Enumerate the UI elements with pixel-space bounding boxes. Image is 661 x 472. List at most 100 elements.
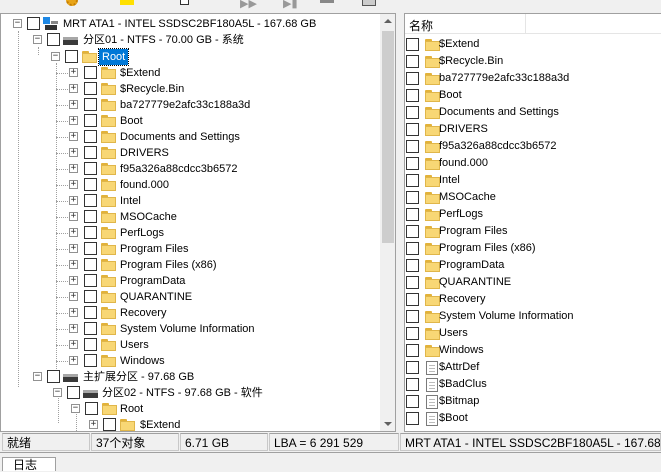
expand-icon[interactable]: + (69, 212, 78, 221)
list-item[interactable]: QUARANTINE (405, 274, 661, 291)
expand-icon[interactable]: + (69, 324, 78, 333)
tree-checkbox[interactable] (84, 226, 97, 239)
list-item[interactable]: Windows (405, 342, 661, 359)
tree-checkbox[interactable] (47, 33, 60, 46)
collapse-icon[interactable]: − (53, 388, 62, 397)
expand-icon[interactable]: + (69, 196, 78, 205)
skip-icon[interactable]: ▶▮ (283, 0, 303, 11)
folder-icon[interactable] (120, 0, 136, 8)
list-checkbox[interactable] (406, 327, 419, 340)
expand-icon[interactable]: + (69, 356, 78, 365)
expand-icon[interactable]: + (69, 292, 78, 301)
expand-icon[interactable]: + (69, 260, 78, 269)
save-icon[interactable] (362, 0, 378, 10)
tree-pane[interactable]: − MRT ATA1 - INTEL SSDSC2BF180A5L - 167.… (0, 13, 396, 432)
collapse-icon[interactable]: − (13, 19, 22, 28)
list-item[interactable]: f95a326a88cdcc3b6572 (405, 138, 661, 155)
scroll-down-icon[interactable] (384, 422, 392, 426)
expand-icon[interactable]: + (69, 308, 78, 317)
collapse-icon[interactable]: − (33, 372, 42, 381)
expand-icon[interactable]: + (69, 100, 78, 109)
tree-checkbox[interactable] (84, 258, 97, 271)
list-item[interactable]: $Extend (405, 36, 661, 53)
list-checkbox[interactable] (406, 38, 419, 51)
list-item[interactable]: $Boot (405, 410, 661, 427)
list-item[interactable]: Recovery (405, 291, 661, 308)
expand-icon[interactable]: + (69, 228, 78, 237)
expand-icon[interactable]: + (69, 68, 78, 77)
expand-icon[interactable]: + (69, 132, 78, 141)
tree-checkbox[interactable] (84, 306, 97, 319)
scroll-thumb[interactable] (382, 31, 394, 243)
tree-checkbox[interactable] (84, 114, 97, 127)
expand-icon[interactable]: + (89, 420, 98, 429)
tree-checkbox[interactable] (47, 370, 60, 383)
expand-icon[interactable]: + (69, 84, 78, 93)
list-item[interactable]: Documents and Settings (405, 104, 661, 121)
list-checkbox[interactable] (406, 174, 419, 187)
list-checkbox[interactable] (406, 55, 419, 68)
expand-icon[interactable]: + (69, 244, 78, 253)
list-checkbox[interactable] (406, 123, 419, 136)
list-checkbox[interactable] (406, 361, 419, 374)
tree-checkbox[interactable] (84, 274, 97, 287)
stop-icon[interactable] (320, 0, 336, 12)
tree-checkbox[interactable] (84, 338, 97, 351)
list-checkbox[interactable] (406, 276, 419, 289)
list-checkbox[interactable] (406, 225, 419, 238)
collapse-icon[interactable]: − (33, 35, 42, 44)
list-item[interactable]: Intel (405, 172, 661, 189)
tree-checkbox[interactable] (84, 162, 97, 175)
column-header-name[interactable]: 名称 (405, 14, 661, 34)
tree-checkbox[interactable] (84, 210, 97, 223)
list-checkbox[interactable] (406, 378, 419, 391)
list-checkbox[interactable] (406, 106, 419, 119)
pane-splitter[interactable] (396, 13, 404, 432)
list-checkbox[interactable] (406, 140, 419, 153)
tree-checkbox[interactable] (27, 17, 40, 30)
expand-icon[interactable]: + (69, 116, 78, 125)
list-item[interactable]: Boot (405, 87, 661, 104)
fast-forward-icon[interactable]: ▶▶ (240, 0, 260, 11)
tree-checkbox[interactable] (84, 98, 97, 111)
list-item[interactable]: DRIVERS (405, 121, 661, 138)
list-checkbox[interactable] (406, 242, 419, 255)
list-item[interactable]: found.000 (405, 155, 661, 172)
tree-checkbox[interactable] (84, 242, 97, 255)
tree-checkbox[interactable] (67, 386, 80, 399)
tree-checkbox[interactable] (84, 354, 97, 367)
tree-checkbox[interactable] (84, 82, 97, 95)
list-checkbox[interactable] (406, 395, 419, 408)
list-checkbox[interactable] (406, 310, 419, 323)
column-separator[interactable] (525, 14, 526, 34)
expand-icon[interactable]: + (69, 340, 78, 349)
list-checkbox[interactable] (406, 344, 419, 357)
tree-checkbox[interactable] (84, 146, 97, 159)
tree-checkbox[interactable] (84, 322, 97, 335)
tree-scrollbar[interactable] (380, 14, 395, 431)
list-item[interactable]: $Bitmap (405, 393, 661, 410)
tree-checkbox[interactable] (84, 290, 97, 303)
list-item[interactable]: System Volume Information (405, 308, 661, 325)
list-checkbox[interactable] (406, 208, 419, 221)
tree-checkbox[interactable] (84, 66, 97, 79)
list-item[interactable]: PerfLogs (405, 206, 661, 223)
tree-checkbox[interactable] (85, 402, 98, 415)
list-checkbox[interactable] (406, 293, 419, 306)
list-item[interactable]: $AttrDef (405, 359, 661, 376)
file-list-pane[interactable]: 名称 $Extend $Recycle.Bin ba727779e2afc33c18… (404, 13, 661, 432)
list-item[interactable]: ProgramData (405, 257, 661, 274)
collapse-icon[interactable]: − (51, 52, 60, 61)
expand-icon[interactable]: + (69, 164, 78, 173)
expand-icon[interactable]: + (69, 148, 78, 157)
document-icon[interactable] (178, 0, 194, 8)
list-item[interactable]: Program Files (x86) (405, 240, 661, 257)
expand-icon[interactable]: + (69, 180, 78, 189)
list-item[interactable]: ba727779e2afc33c188a3d (405, 70, 661, 87)
tree-checkbox[interactable] (84, 130, 97, 143)
list-checkbox[interactable] (406, 259, 419, 272)
list-item[interactable]: Program Files (405, 223, 661, 240)
tree-checkbox[interactable] (103, 418, 116, 431)
gear-icon[interactable] (64, 0, 80, 8)
list-item[interactable]: $Recycle.Bin (405, 53, 661, 70)
